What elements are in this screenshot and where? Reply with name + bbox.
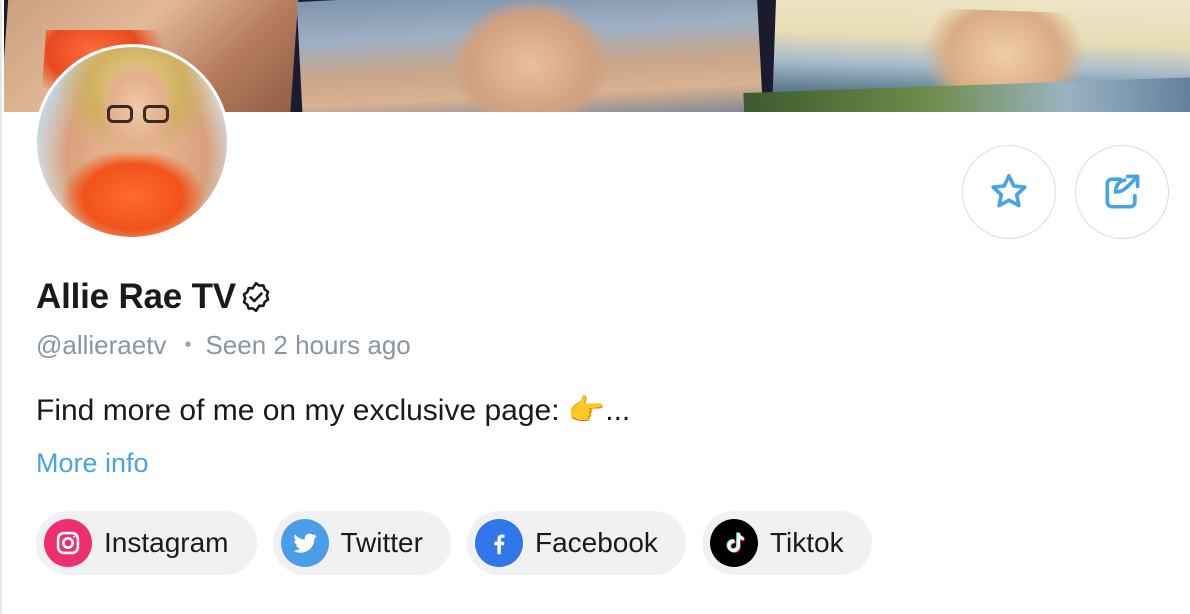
share-icon <box>1105 174 1140 209</box>
separator-dot: • <box>184 334 192 356</box>
profile-handle: @allieraetv <box>36 330 167 360</box>
tiktok-link[interactable]: Tiktok <box>701 511 872 575</box>
cover-photo-2 <box>296 0 764 112</box>
profile-name: Allie Rae TV <box>36 277 236 316</box>
favorite-button[interactable] <box>962 145 1056 239</box>
facebook-link[interactable]: Facebook <box>466 511 686 575</box>
star-icon <box>991 174 1027 208</box>
tiktok-icon <box>709 519 758 567</box>
instagram-icon <box>44 519 92 567</box>
last-seen-status: Seen 2 hours ago <box>205 330 411 360</box>
more-info-link[interactable]: More info <box>36 448 149 479</box>
avatar[interactable] <box>34 44 230 240</box>
share-button[interactable] <box>1075 145 1169 239</box>
profile-meta: @allieraetv • Seen 2 hours ago <box>36 330 411 361</box>
twitter-link[interactable]: Twitter <box>272 511 451 575</box>
facebook-icon <box>474 519 523 567</box>
profile-name-row: Allie Rae TV <box>36 275 274 319</box>
tiktok-label: Tiktok <box>769 527 844 558</box>
profile-page: Allie Rae TV @allieraetv • Seen 2 hours … <box>0 0 1190 614</box>
avatar-glasses-detail <box>107 105 169 123</box>
profile-bio: Find more of me on my exclusive page: 👉.… <box>36 394 631 427</box>
avatar-image <box>37 47 227 237</box>
verified-badge-icon <box>242 281 270 313</box>
social-links: Instagram Twitter Facebook Tiktok <box>36 511 888 575</box>
twitter-label: Twitter <box>340 527 423 558</box>
instagram-link[interactable]: Instagram <box>36 511 257 575</box>
instagram-label: Instagram <box>104 527 229 558</box>
facebook-label: Facebook <box>534 527 658 558</box>
twitter-icon <box>280 519 329 567</box>
